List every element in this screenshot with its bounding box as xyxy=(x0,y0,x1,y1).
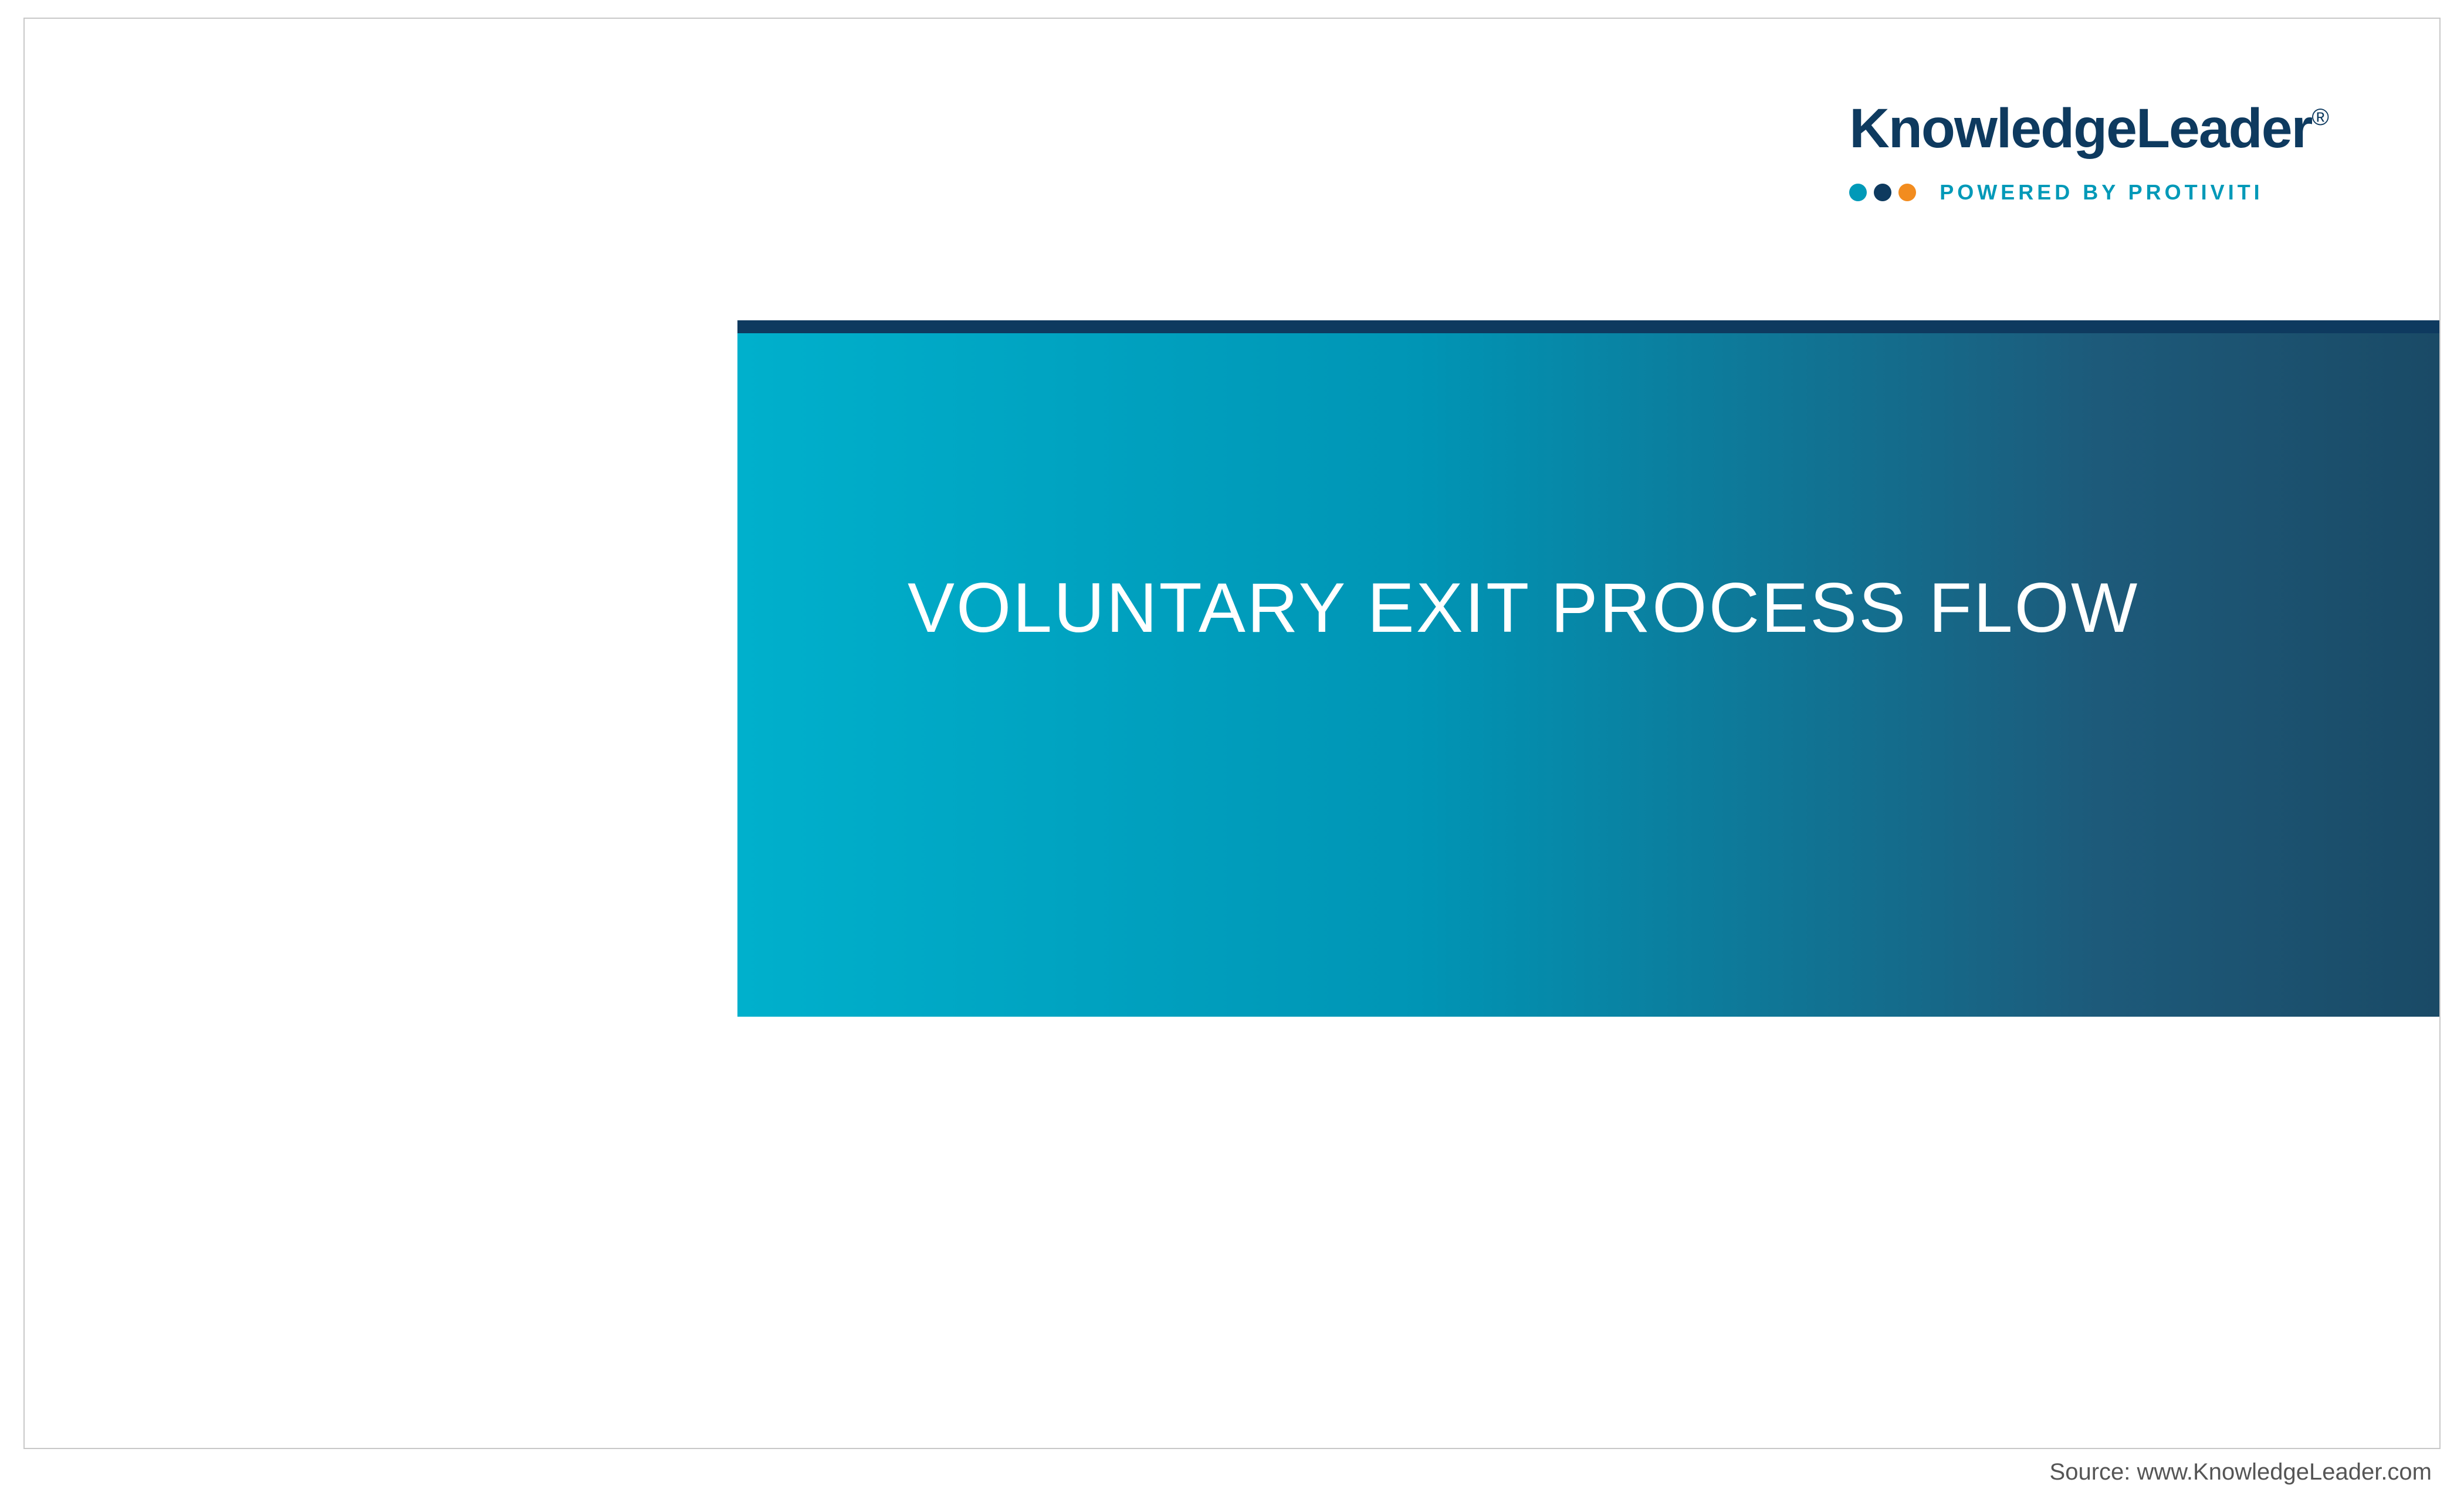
dot-orange-icon xyxy=(1898,184,1916,201)
title-panel: VOLUNTARY EXIT PROCESS FLOW xyxy=(737,333,2439,1017)
dot-navy-icon xyxy=(1874,184,1891,201)
dot-teal-icon xyxy=(1849,184,1867,201)
slide-frame: KnowledgeLeader® POWERED BY PROTIVITI VO… xyxy=(23,18,2441,1449)
logo-dots xyxy=(1849,184,1916,201)
title-bar-accent xyxy=(737,320,2439,333)
source-citation: Source: www.KnowledgeLeader.com xyxy=(2050,1459,2432,1485)
logo-block: KnowledgeLeader® POWERED BY PROTIVITI xyxy=(1849,101,2328,205)
registered-mark: ® xyxy=(2312,104,2328,130)
logo-main: KnowledgeLeader® xyxy=(1849,101,2328,157)
slide-title: VOLUNTARY EXIT PROCESS FLOW xyxy=(908,565,2139,651)
logo-subline: POWERED BY PROTIVITI xyxy=(1849,180,2328,205)
logo-text: KnowledgeLeader xyxy=(1849,97,2311,160)
powered-by-text: POWERED BY PROTIVITI xyxy=(1940,180,2263,205)
